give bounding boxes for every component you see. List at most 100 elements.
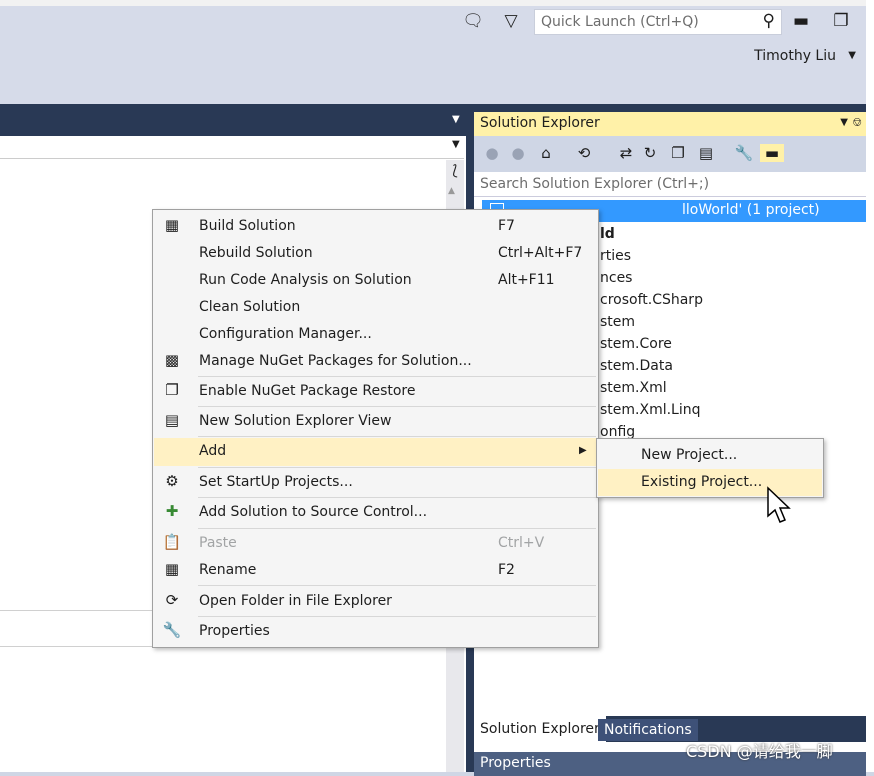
open-folder-icon: ⟳ [165, 591, 179, 609]
menu-item-label: Clean Solution [199, 299, 301, 315]
quick-launch-input[interactable]: Quick Launch (Ctrl+Q) ⚲ [534, 9, 782, 35]
tree-item[interactable]: stem.Xml.Linq [600, 402, 701, 418]
back-icon[interactable]: ● [482, 144, 502, 162]
menu-item-label: Add [199, 443, 227, 459]
menu-item-shortcut: Ctrl+Alt+F7 [498, 245, 583, 261]
pin-icon[interactable]: ⎊ [852, 115, 862, 130]
menu-item-add[interactable]: Add ▶ [154, 438, 597, 466]
menu-item-enable-nuget-restore[interactable]: ❐ Enable NuGet Package Restore [154, 378, 597, 405]
menu-separator [198, 467, 596, 468]
menu-item-set-startup-projects[interactable]: ⚙ Set StartUp Projects... [154, 469, 597, 496]
tree-item[interactable]: stem [600, 314, 635, 330]
menu-separator [198, 376, 596, 377]
menu-item-label: New Solution Explorer View [199, 413, 392, 429]
solution-explorer-toolbar: ● ● ⌂ ⟲ ⇄ ↻ ❐ ▤ 🔧 ▬ [474, 136, 866, 172]
restore-icon[interactable]: ❐ [830, 10, 852, 32]
scroll-up-icon[interactable]: ▲ [448, 186, 455, 196]
menu-item-shortcut: Alt+F11 [498, 272, 555, 288]
user-name[interactable]: Timothy Liu [754, 48, 836, 64]
submenu-item-label: New Project... [641, 447, 738, 463]
search-icon[interactable]: ⚲ [763, 11, 775, 31]
gear-icon: ⚙ [165, 472, 179, 490]
tree-item[interactable]: stem.Core [600, 336, 672, 352]
submenu-item-new-project[interactable]: New Project... [598, 442, 822, 469]
sync-icon[interactable]: ⇄ [616, 144, 636, 162]
menu-item-label: Configuration Manager... [199, 326, 372, 342]
wrench-icon[interactable]: 🔧 [734, 144, 754, 162]
menu-item-label: Add Solution to Source Control... [199, 504, 428, 520]
tab-notifications[interactable]: Notifications [598, 719, 698, 741]
menu-item-label: Build Solution [199, 218, 296, 234]
menu-item-open-folder[interactable]: ⟳ Open Folder in File Explorer [154, 588, 597, 615]
preview-icon[interactable]: ▬ [760, 144, 784, 162]
solution-node-label: lloWorld' (1 project) [682, 202, 820, 218]
menu-item-label: Open Folder in File Explorer [199, 593, 392, 609]
tree-item[interactable]: nces [600, 270, 632, 286]
collapse-all-icon[interactable]: ❐ [668, 144, 688, 162]
left-panel-header [0, 112, 468, 136]
home-icon[interactable]: ⌂ [536, 144, 556, 162]
paste-icon: 📋 [162, 533, 182, 551]
solution-explorer-title: Solution Explorer [480, 115, 600, 131]
dropdown-arrow-icon[interactable]: ▼ [452, 139, 460, 150]
menu-item-configuration-manager[interactable]: Configuration Manager... [154, 321, 597, 348]
forward-icon[interactable]: ● [508, 144, 528, 162]
menu-separator [198, 528, 596, 529]
restore-package-icon: ❐ [165, 381, 179, 399]
split-icon[interactable]: ⟅ [447, 162, 463, 180]
menu-item-rebuild-solution[interactable]: Rebuild Solution Ctrl+Alt+F7 [154, 240, 597, 267]
context-menu: ▦ Build Solution F7 Rebuild Solution Ctr… [152, 209, 599, 648]
menu-separator [198, 406, 596, 407]
title-bar: 🗨 ▽ Quick Launch (Ctrl+Q) ⚲ ▬ ❐ Timothy … [0, 0, 866, 104]
properties-title: Properties [480, 755, 551, 771]
menu-item-rename[interactable]: ▦ Rename F2 [154, 557, 597, 584]
menu-item-new-explorer-view[interactable]: ▤ New Solution Explorer View [154, 408, 597, 435]
minimize-icon[interactable]: ▬ [790, 10, 812, 32]
window-top-strip [0, 0, 866, 6]
menu-item-label: Paste [199, 535, 237, 551]
rename-icon: ▦ [164, 560, 180, 578]
wrench-icon: 🔧 [162, 621, 182, 639]
menu-item-shortcut: F7 [498, 218, 515, 234]
submenu-item-label: Existing Project... [641, 474, 763, 490]
menu-item-label: Rename [199, 562, 257, 578]
tree-item[interactable]: stem.Xml [600, 380, 667, 396]
chevron-down-icon[interactable]: ▼ [840, 117, 848, 128]
menu-item-build-solution[interactable]: ▦ Build Solution F7 [154, 213, 597, 240]
show-all-files-icon[interactable]: ▤ [696, 144, 716, 162]
menu-item-paste[interactable]: 📋 Paste Ctrl+V [154, 530, 597, 557]
feedback-icon[interactable]: 🗨 [462, 10, 484, 32]
tab-solution-explorer[interactable]: Solution Explorer [474, 716, 606, 742]
history-icon[interactable]: ⟲ [574, 144, 594, 162]
new-view-icon: ▤ [164, 411, 180, 429]
menu-item-clean-solution[interactable]: Clean Solution [154, 294, 597, 321]
refresh-icon[interactable]: ↻ [640, 144, 660, 162]
menu-item-run-code-analysis[interactable]: Run Code Analysis on Solution Alt+F11 [154, 267, 597, 294]
menu-item-label: Rebuild Solution [199, 245, 313, 261]
menu-item-properties[interactable]: 🔧 Properties [154, 618, 597, 645]
mouse-cursor-icon [767, 486, 791, 523]
menu-separator [198, 436, 596, 437]
source-control-icon: ✚ [165, 502, 179, 520]
navigation-dropdown[interactable] [0, 136, 464, 159]
menu-item-label: Manage NuGet Packages for Solution... [199, 353, 472, 369]
tree-item[interactable]: rties [600, 248, 631, 264]
quick-launch-placeholder: Quick Launch (Ctrl+Q) [541, 14, 699, 30]
tree-item[interactable]: crosoft.CSharp [600, 292, 703, 308]
menu-separator [198, 585, 596, 586]
menu-item-shortcut: Ctrl+V [498, 535, 545, 551]
menu-item-shortcut: F2 [498, 562, 515, 578]
menu-item-label: Run Code Analysis on Solution [199, 272, 412, 288]
nuget-icon: ▩ [164, 351, 180, 369]
filter-icon[interactable]: ▽ [500, 10, 522, 32]
menu-separator [198, 616, 596, 617]
solution-explorer-search[interactable]: Search Solution Explorer (Ctrl+;) [474, 172, 866, 197]
tree-item[interactable]: ld [600, 226, 615, 242]
menu-item-label: Properties [199, 623, 270, 639]
menu-item-manage-nuget[interactable]: ▩ Manage NuGet Packages for Solution... [154, 348, 597, 375]
chevron-down-icon[interactable]: ▼ [452, 114, 460, 125]
user-dropdown-icon[interactable]: ▼ [848, 50, 856, 61]
build-icon: ▦ [164, 216, 180, 234]
menu-item-add-to-source-control[interactable]: ✚ Add Solution to Source Control... [154, 499, 597, 526]
tree-item[interactable]: stem.Data [600, 358, 673, 374]
